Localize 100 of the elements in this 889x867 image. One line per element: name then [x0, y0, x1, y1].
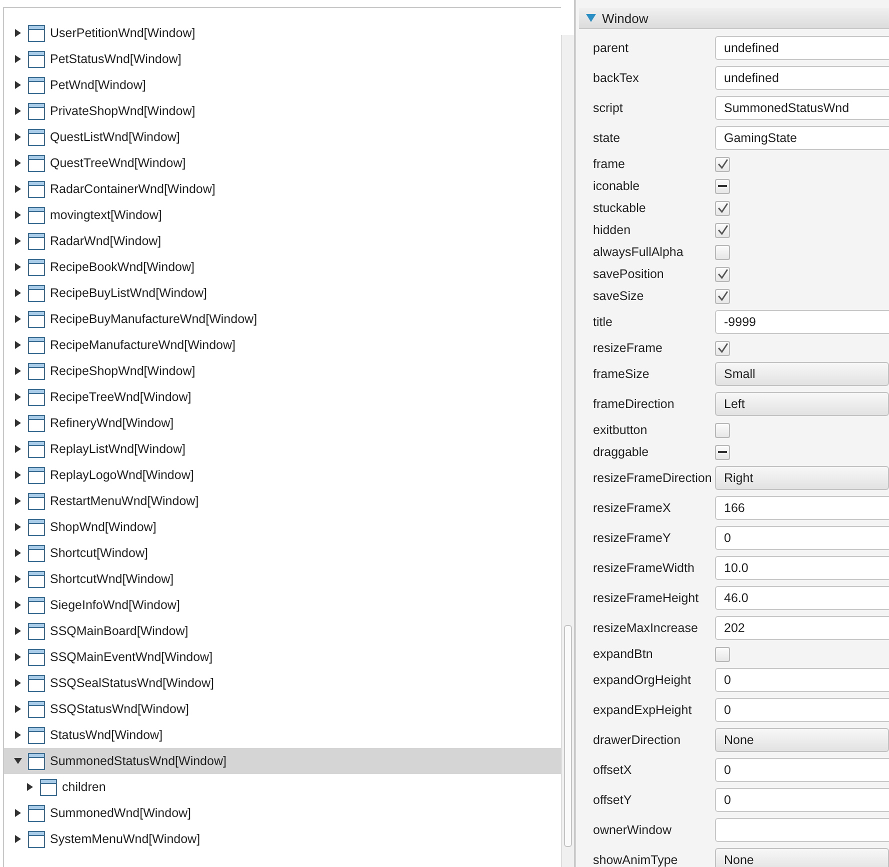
- checkbox[interactable]: [715, 422, 730, 438]
- tree-item[interactable]: RecipeManufactureWnd[Window]: [4, 332, 561, 358]
- tree-item[interactable]: ShortcutWnd[Window]: [4, 566, 561, 592]
- text-field[interactable]: 0: [715, 758, 889, 782]
- tree-item[interactable]: StatusWnd[Window]: [4, 722, 561, 748]
- expand-arrow-icon[interactable]: [14, 835, 22, 843]
- checkbox[interactable]: [715, 244, 730, 260]
- tree-item[interactable]: RadarContainerWnd[Window]: [4, 176, 561, 202]
- tree-item[interactable]: PrivateShopWnd[Window]: [4, 98, 561, 124]
- check-icon: [718, 225, 728, 235]
- text-field[interactable]: undefined: [715, 66, 889, 90]
- tree-item[interactable]: Shortcut[Window]: [4, 540, 561, 566]
- expand-arrow-icon[interactable]: [14, 367, 22, 375]
- tree-item[interactable]: SSQSealStatusWnd[Window]: [4, 670, 561, 696]
- expand-arrow-icon[interactable]: [14, 523, 22, 531]
- dropdown[interactable]: None: [715, 848, 889, 867]
- expand-arrow-icon[interactable]: [14, 289, 22, 297]
- tree-item[interactable]: SummonedWnd[Window]: [4, 800, 561, 826]
- expand-arrow-icon[interactable]: [14, 653, 22, 661]
- tree-item[interactable]: QuestTreeWnd[Window]: [4, 150, 561, 176]
- tree-item[interactable]: RefineryWnd[Window]: [4, 410, 561, 436]
- dropdown[interactable]: Left: [715, 392, 889, 416]
- expand-arrow-icon[interactable]: [14, 185, 22, 193]
- collapse-arrow-icon: [586, 14, 596, 22]
- dropdown[interactable]: Small: [715, 362, 889, 386]
- checkbox[interactable]: [715, 156, 730, 172]
- tree-item[interactable]: RecipeBuyListWnd[Window]: [4, 280, 561, 306]
- expand-arrow-icon[interactable]: [14, 705, 22, 713]
- tree-item[interactable]: UserPetitionWnd[Window]: [4, 20, 561, 46]
- checkbox[interactable]: [715, 288, 730, 304]
- expand-arrow-icon[interactable]: [14, 445, 22, 453]
- expand-arrow-icon[interactable]: [14, 263, 22, 271]
- tree-item[interactable]: RecipeTreeWnd[Window]: [4, 384, 561, 410]
- expand-arrow-icon[interactable]: [14, 627, 22, 635]
- expand-arrow-icon[interactable]: [14, 497, 22, 505]
- tree-item[interactable]: SSQMainEventWnd[Window]: [4, 644, 561, 670]
- expand-arrow-icon[interactable]: [14, 55, 22, 63]
- expand-arrow-icon[interactable]: [14, 341, 22, 349]
- expand-arrow-icon[interactable]: [14, 81, 22, 89]
- expand-arrow-icon[interactable]: [14, 29, 22, 37]
- tree-item[interactable]: ReplayListWnd[Window]: [4, 436, 561, 462]
- tree-item[interactable]: RecipeBookWnd[Window]: [4, 254, 561, 280]
- text-field[interactable]: [715, 818, 889, 842]
- text-field[interactable]: undefined: [715, 36, 889, 60]
- text-field[interactable]: SummonedStatusWnd: [715, 96, 889, 120]
- tree-item[interactable]: RecipeShopWnd[Window]: [4, 358, 561, 384]
- expand-arrow-icon[interactable]: [14, 809, 22, 817]
- tree-item[interactable]: QuestListWnd[Window]: [4, 124, 561, 150]
- tree-item[interactable]: SiegeInfoWnd[Window]: [4, 592, 561, 618]
- expand-arrow-icon[interactable]: [14, 237, 22, 245]
- checkbox[interactable]: [715, 646, 730, 662]
- text-field[interactable]: 0: [715, 668, 889, 692]
- tree-item[interactable]: SSQMainBoard[Window]: [4, 618, 561, 644]
- text-field[interactable]: 0: [715, 698, 889, 722]
- expand-arrow-icon[interactable]: [14, 393, 22, 401]
- checkbox[interactable]: [715, 200, 730, 216]
- tree-item[interactable]: SummonedStatusWnd[Window]: [4, 748, 561, 774]
- checkbox[interactable]: [715, 444, 730, 460]
- text-field[interactable]: 10.0: [715, 556, 889, 580]
- dropdown[interactable]: None: [715, 728, 889, 752]
- collapse-arrow-icon[interactable]: [14, 757, 22, 765]
- expand-arrow-icon[interactable]: [14, 731, 22, 739]
- expand-arrow-icon[interactable]: [14, 159, 22, 167]
- expand-arrow-icon[interactable]: [14, 133, 22, 141]
- expand-arrow-icon[interactable]: [14, 601, 22, 609]
- text-field[interactable]: -9999: [715, 310, 889, 334]
- tree-item[interactable]: SystemMenuWnd[Window]: [4, 826, 561, 852]
- checkbox[interactable]: [715, 340, 730, 356]
- tree-item[interactable]: movingtext[Window]: [4, 202, 561, 228]
- dash-icon: [718, 185, 727, 187]
- scrollbar[interactable]: [561, 35, 574, 867]
- text-field[interactable]: 0: [715, 788, 889, 812]
- text-field[interactable]: 0: [715, 526, 889, 550]
- tree-item[interactable]: RestartMenuWnd[Window]: [4, 488, 561, 514]
- expand-arrow-icon[interactable]: [14, 575, 22, 583]
- tree-item[interactable]: SSQStatusWnd[Window]: [4, 696, 561, 722]
- expand-arrow-icon[interactable]: [14, 315, 22, 323]
- expand-arrow-icon[interactable]: [14, 679, 22, 687]
- tree-item[interactable]: PetWnd[Window]: [4, 72, 561, 98]
- checkbox[interactable]: [715, 178, 730, 194]
- section-header[interactable]: Window: [579, 8, 889, 29]
- expand-arrow-icon[interactable]: [14, 471, 22, 479]
- tree-item[interactable]: ShopWnd[Window]: [4, 514, 561, 540]
- expand-arrow-icon[interactable]: [14, 549, 22, 557]
- expand-arrow-icon[interactable]: [26, 783, 34, 791]
- text-field[interactable]: 46.0: [715, 586, 889, 610]
- checkbox[interactable]: [715, 266, 730, 282]
- tree-item[interactable]: RadarWnd[Window]: [4, 228, 561, 254]
- tree-item[interactable]: RecipeBuyManufactureWnd[Window]: [4, 306, 561, 332]
- expand-arrow-icon[interactable]: [14, 107, 22, 115]
- tree-item[interactable]: children: [4, 774, 561, 800]
- expand-arrow-icon[interactable]: [14, 419, 22, 427]
- tree-item[interactable]: ReplayLogoWnd[Window]: [4, 462, 561, 488]
- tree-item[interactable]: PetStatusWnd[Window]: [4, 46, 561, 72]
- expand-arrow-icon[interactable]: [14, 211, 22, 219]
- text-field[interactable]: GamingState: [715, 126, 889, 150]
- dropdown[interactable]: Right: [715, 466, 889, 490]
- text-field[interactable]: 166: [715, 496, 889, 520]
- text-field[interactable]: 202: [715, 616, 889, 640]
- checkbox[interactable]: [715, 222, 730, 238]
